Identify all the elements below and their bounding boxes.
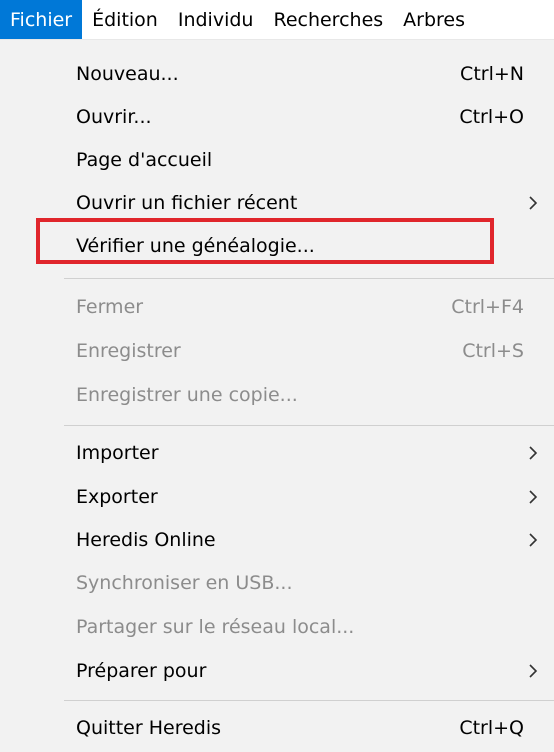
menu-item-label: Ouvrir un fichier récent (76, 192, 298, 214)
fichier-dropdown-menu: Nouveau... Ctrl+N Ouvrir... Ctrl+O Page … (0, 40, 554, 752)
menu-item-heredis-online[interactable]: Heredis Online (0, 518, 554, 562)
chevron-right-icon (529, 490, 538, 504)
menu-item-label: Préparer pour (76, 660, 207, 682)
menu-separator (64, 700, 554, 701)
menu-item-label: Page d'accueil (76, 149, 213, 171)
menu-item-importer[interactable]: Importer (0, 431, 554, 475)
menu-separator (64, 425, 554, 426)
menu-item-ouvrir-recent[interactable]: Ouvrir un fichier récent (0, 181, 554, 225)
menu-item-partager-reseau: Partager sur le réseau local... (0, 605, 554, 649)
menu-item-label: Exporter (76, 486, 158, 508)
menu-fichier[interactable]: Fichier (0, 0, 83, 39)
menu-item-shortcut: Ctrl+S (462, 340, 524, 362)
menu-item-quitter[interactable]: Quitter Heredis Ctrl+Q (0, 706, 554, 750)
menu-item-synchroniser-usb: Synchroniser en USB... (0, 561, 554, 605)
menu-item-shortcut: Ctrl+O (459, 106, 524, 128)
menu-item-shortcut: Ctrl+F4 (451, 296, 524, 318)
menu-item-label: Vérifier une généalogie... (76, 235, 315, 257)
menu-item-fermer: Fermer Ctrl+F4 (0, 285, 554, 329)
chevron-right-icon (529, 533, 538, 547)
menu-item-verifier-genealogie[interactable]: Vérifier une généalogie... (0, 224, 554, 268)
menu-item-label: Partager sur le réseau local... (76, 616, 355, 638)
menu-item-label: Enregistrer une copie... (76, 384, 298, 406)
chevron-right-icon (529, 446, 538, 460)
menu-item-enregistrer: Enregistrer Ctrl+S (0, 329, 554, 373)
menu-item-label: Heredis Online (76, 529, 216, 551)
menu-item-label: Ouvrir... (76, 106, 152, 128)
menu-item-label: Nouveau... (76, 63, 179, 85)
menu-item-label: Synchroniser en USB... (76, 572, 293, 594)
menu-item-enregistrer-copie: Enregistrer une copie... (0, 373, 554, 417)
menu-separator (64, 278, 554, 279)
chevron-right-icon (529, 196, 538, 210)
menu-item-nouveau[interactable]: Nouveau... Ctrl+N (0, 52, 554, 96)
menu-item-preparer-pour[interactable]: Préparer pour (0, 649, 554, 693)
menu-item-label: Importer (76, 442, 159, 464)
menu-item-ouvrir[interactable]: Ouvrir... Ctrl+O (0, 95, 554, 139)
menu-item-page-accueil[interactable]: Page d'accueil (0, 138, 554, 182)
menu-item-exporter[interactable]: Exporter (0, 475, 554, 519)
menu-bar: Fichier Édition Individu Recherches Arbr… (0, 0, 554, 40)
menu-item-label: Quitter Heredis (76, 717, 222, 739)
menu-item-label: Fermer (76, 296, 144, 318)
menu-arbres[interactable]: Arbres (393, 0, 475, 39)
menu-individu[interactable]: Individu (168, 0, 264, 39)
chevron-right-icon (529, 664, 538, 678)
menu-item-shortcut: Ctrl+Q (459, 717, 524, 739)
menu-item-label: Enregistrer (76, 340, 181, 362)
menu-item-shortcut: Ctrl+N (460, 63, 524, 85)
menu-recherches[interactable]: Recherches (263, 0, 393, 39)
menu-edition[interactable]: Édition (82, 0, 168, 39)
